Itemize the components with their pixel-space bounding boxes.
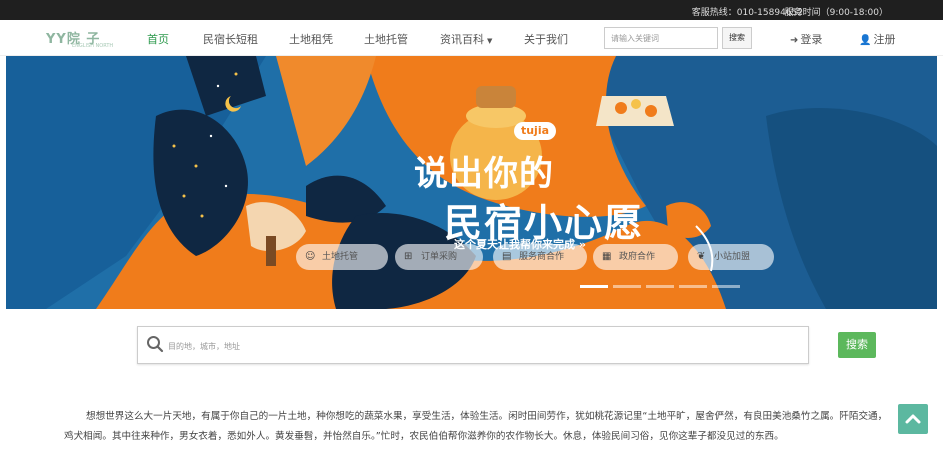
nav-item-homestay-rent[interactable]: 民宿长短租 (203, 31, 258, 47)
user-icon: 👤 (859, 35, 872, 46)
destination-search-button[interactable]: 搜索 (838, 332, 876, 358)
login-icon: ➜ (790, 35, 799, 46)
login-link[interactable]: ➜ 登录 (790, 31, 822, 47)
login-label: 登录 (800, 33, 823, 46)
pill-order-purchase[interactable]: ⊞ 订单采购 (395, 244, 483, 270)
caret-down-icon: ▼ (487, 37, 493, 45)
carousel-dot-4[interactable] (679, 285, 707, 288)
tujia-badge: tujia (514, 122, 556, 140)
pill-label: 服务商合作 (519, 252, 565, 262)
pill-label: 政府合作 (619, 252, 656, 262)
service-hours-text: 服务时间（9:00-18:00） (784, 8, 888, 18)
destination-search-input[interactable]: 目的地，城市，地址 (137, 326, 809, 364)
nav-item-land-lease[interactable]: 土地租凭 (289, 31, 333, 47)
basket-icon: ⊞ (404, 251, 413, 262)
pill-station-join[interactable]: ❦ 小站加盟 (688, 244, 774, 270)
carousel-dot-5[interactable] (712, 285, 740, 288)
pill-label: 小站加盟 (714, 252, 751, 262)
leaf-icon: ❦ (697, 251, 706, 262)
nav-search-input[interactable]: 请输入关键词 (604, 27, 718, 49)
chevron-up-icon (905, 414, 921, 424)
search-placeholder: 目的地，城市，地址 (168, 342, 240, 351)
nav-item-land-custody[interactable]: 土地托管 (364, 31, 408, 47)
nav-item-home[interactable]: 首页 (147, 31, 169, 47)
search-icon (147, 336, 164, 353)
smile-icon: ☺ (305, 251, 316, 262)
pill-label: 订单采购 (421, 252, 458, 262)
nav-item-news-label: 资讯百科 (440, 33, 484, 46)
register-label: 注册 (873, 33, 896, 46)
grid-icon: ▦ (602, 251, 612, 262)
pill-provider-partner[interactable]: ▤ 服务商合作 (493, 244, 587, 270)
main-navbar: YY院 子 ENGLISH NORTH 首页 民宿长短租 土地租凭 土地托管 资… (0, 20, 943, 56)
site-logo[interactable]: YY院 子 ENGLISH NORTH (46, 28, 116, 50)
hero-banner[interactable]: tujia 说出你的 民宿小心愿 这个夏天让我帮你来完成 » ☺土地托管 ⊞订单… (6, 56, 937, 309)
intro-paragraph: 想想世界这么大一片天地，有属于你自己的一片土地，种你想吃的蔬菜水果，享受生活，体… (64, 411, 888, 442)
top-info-bar: 客服热线：010-15894652 服务时间（9:00-18:00） (0, 0, 943, 20)
banner-headline-line1: 说出你的 (414, 154, 554, 194)
register-link[interactable]: 👤 注册 (859, 31, 895, 47)
pill-gov-partner[interactable]: ▦ 政府合作 (593, 244, 678, 270)
nav-item-news[interactable]: 资讯百科 ▼ (440, 31, 492, 47)
back-to-top-button[interactable] (898, 404, 928, 434)
carousel-dot-1[interactable] (580, 285, 608, 288)
pill-label: 土地托管 (322, 252, 359, 262)
carousel-dot-3[interactable] (646, 285, 674, 288)
document-icon: ▤ (502, 251, 512, 262)
nav-item-about[interactable]: 关于我们 (524, 31, 568, 47)
carousel-dot-2[interactable] (613, 285, 641, 288)
pill-land-custody[interactable]: ☺ 土地托管 (296, 244, 388, 270)
nav-search-button[interactable]: 搜索 (722, 27, 752, 49)
logo-subtext: ENGLISH NORTH (72, 43, 114, 49)
